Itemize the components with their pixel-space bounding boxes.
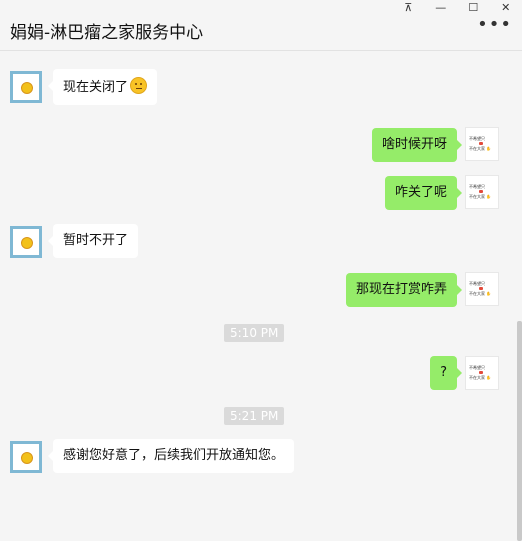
message-text: 暂时不开了 xyxy=(63,233,128,248)
contact-avatar[interactable] xyxy=(10,226,42,258)
outgoing-message[interactable]: 那现在打赏咋弄 xyxy=(346,273,457,307)
avatar-text: 不在大家 ✋ xyxy=(469,291,497,296)
avatar-image xyxy=(21,237,33,249)
message-text: 咋关了呢 xyxy=(395,185,447,200)
incoming-message[interactable]: 暂时不开了 xyxy=(53,224,138,258)
contact-avatar[interactable] xyxy=(10,441,42,473)
avatar-dot xyxy=(479,371,483,374)
chat-title: 娟娟-淋巴瘤之家服务中心 xyxy=(10,18,203,43)
message-list[interactable]: 现在关闭了 啥时候开呀 不希望只 不在大家 ✋ 咋关了呢 不希望只 不在大家 ✋… xyxy=(0,51,522,490)
avatar-text: 不在大家 ✋ xyxy=(469,194,497,199)
message-text: 啥时候开呀 xyxy=(382,137,447,152)
scrollbar-thumb[interactable] xyxy=(517,321,522,541)
avatar-image xyxy=(21,82,33,94)
thinking-face-emoji xyxy=(130,77,147,94)
avatar-text: 不希望只 xyxy=(469,184,497,189)
avatar-text: 不希望只 xyxy=(469,365,497,370)
self-avatar[interactable]: 不希望只 不在大家 ✋ xyxy=(465,127,499,161)
outgoing-message[interactable]: 啥时候开呀 xyxy=(372,128,457,162)
more-options-icon[interactable]: ••• xyxy=(477,14,512,35)
avatar-dot xyxy=(479,287,483,290)
timestamp: 5:21 PM xyxy=(224,407,284,425)
incoming-message[interactable]: 感谢您好意了，后续我们开放通知您。 xyxy=(53,439,294,473)
message-text: 那现在打赏咋弄 xyxy=(356,282,447,297)
outgoing-message[interactable]: ? xyxy=(430,356,457,390)
avatar-dot xyxy=(479,190,483,193)
chat-header: 娟娟-淋巴瘤之家服务中心 ••• xyxy=(0,10,522,51)
self-avatar[interactable]: 不希望只 不在大家 ✋ xyxy=(465,356,499,390)
avatar-image xyxy=(21,452,33,464)
contact-avatar[interactable] xyxy=(10,71,42,103)
timestamp: 5:10 PM xyxy=(224,324,284,342)
avatar-text: 不在大家 ✋ xyxy=(469,146,497,151)
avatar-dot xyxy=(479,142,483,145)
message-text: 现在关闭了 xyxy=(63,80,128,95)
message-text: ? xyxy=(440,365,447,380)
avatar-text: 不在大家 ✋ xyxy=(469,375,497,380)
self-avatar[interactable]: 不希望只 不在大家 ✋ xyxy=(465,175,499,209)
incoming-message[interactable]: 现在关闭了 xyxy=(53,69,157,105)
outgoing-message[interactable]: 咋关了呢 xyxy=(385,176,457,210)
self-avatar[interactable]: 不希望只 不在大家 ✋ xyxy=(465,272,499,306)
message-text: 感谢您好意了，后续我们开放通知您。 xyxy=(63,448,284,463)
avatar-text: 不希望只 xyxy=(469,281,497,286)
avatar-text: 不希望只 xyxy=(469,136,497,141)
